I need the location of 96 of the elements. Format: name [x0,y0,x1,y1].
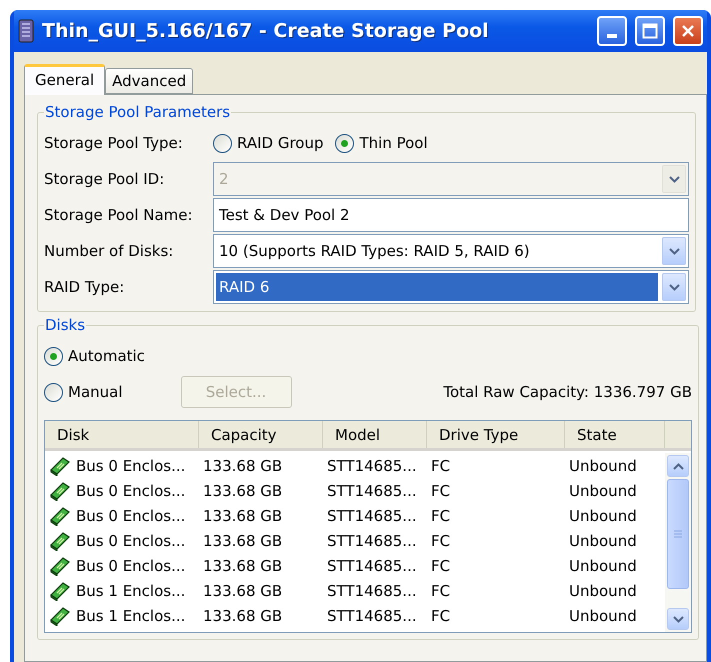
tab[interactable]: Advanced [105,68,194,94]
table-cell: FC [431,456,450,474]
table-cell: Bus 0 Enclos... [76,532,186,550]
chevron-down-icon [668,248,680,254]
total-capacity: Total Raw Capacity: 1336.797 GB [443,383,692,401]
table-cell: Unbound [569,506,637,524]
field-label: Storage Pool ID: [44,170,166,188]
scroll-down-button[interactable] [667,608,689,630]
table-cell: Unbound [569,556,637,574]
column-header[interactable]: Model [323,421,427,448]
field-label: RAID Type: [44,278,126,296]
radio-label: RAID Group [237,134,324,152]
table-cell: FC [431,556,450,574]
table-cell: 133.68 GB [203,582,282,600]
radio-label: Thin Pool [359,134,428,152]
table-cell: 133.68 GB [203,482,282,500]
minimize-button[interactable] [597,16,627,46]
radio-option[interactable]: Manual [44,382,123,402]
field-value: RAID 6 [216,273,658,301]
column-header[interactable]: Drive Type [427,421,565,448]
table-cell: STT14685... [327,456,417,474]
dropdown-field[interactable]: 10 (Supports RAID Types: RAID 5, RAID 6) [213,234,689,268]
table-cell: STT14685... [327,582,417,600]
disk-drive-icon [49,506,71,526]
radio-button[interactable] [213,134,232,152]
disk-drive-icon [49,456,71,476]
table-cell: Bus 0 Enclos... [76,482,186,500]
table-cell: FC [431,532,450,550]
table-cell: Bus 1 Enclos... [76,582,186,600]
maximize-icon [642,23,658,39]
dropdown-field[interactable]: RAID 6 [213,270,689,304]
radio-button[interactable] [44,346,63,366]
table-cell: Bus 1 Enclos... [76,606,186,624]
radio-option[interactable]: RAID Group [213,134,324,152]
scroll-thumb[interactable] [667,479,689,589]
table-cell: STT14685... [327,606,417,624]
server-icon [18,19,34,43]
close-icon [680,23,696,39]
field-value: 2 [218,169,230,190]
table-cell: STT14685... [327,532,417,550]
field-value: Test & Dev Pool 2 [218,205,351,226]
radio-button[interactable] [335,134,354,152]
table-cell: 133.68 GB [203,532,282,550]
table-cell: STT14685... [327,556,417,574]
maximize-button[interactable] [635,16,665,46]
table-cell: Unbound [569,606,637,624]
table-cell: Unbound [569,482,637,500]
radio-label: Manual [68,383,123,401]
disk-drive-icon [49,530,71,550]
disk-drive-icon [49,556,71,576]
close-button[interactable] [673,16,703,46]
table-cell: FC [431,506,450,524]
chevron-down-icon [668,176,680,182]
radio-option[interactable]: Automatic [44,346,145,366]
table-cell: Bus 0 Enclos... [76,456,186,474]
tab[interactable]: General [24,64,106,95]
disk-drive-icon [49,480,71,500]
table-cell: FC [431,582,450,600]
disk-drive-icon [49,606,71,626]
table-cell: Bus 0 Enclos... [76,556,186,574]
table-cell: FC [431,606,450,624]
table-cell: Unbound [569,532,637,550]
radio-option[interactable]: Thin Pool [335,134,428,152]
dropdown-button[interactable] [662,237,686,265]
table-cell: 133.68 GB [203,456,282,474]
input-field[interactable]: Test & Dev Pool 2 [213,198,689,232]
group-title: Storage Pool Parameters [44,103,232,121]
table-cell: 133.68 GB [203,506,282,524]
group-title: Disks [44,316,86,334]
column-header[interactable]: Disk [45,421,199,448]
scroll-up-button[interactable] [667,455,689,477]
table-cell: FC [431,482,450,500]
table-cell: Bus 0 Enclos... [76,506,186,524]
dropdown-button[interactable] [662,273,686,301]
table-cell: Unbound [569,582,637,600]
field-value: 10 (Supports RAID Types: RAID 5, RAID 6) [218,241,531,262]
table-cell: STT14685... [327,506,417,524]
chevron-up-icon [672,462,684,470]
grip-icon [673,530,683,538]
column-header[interactable]: State [565,421,665,448]
radio-label: Automatic [68,347,145,365]
table-cell: 133.68 GB [203,556,282,574]
chevron-down-icon [668,284,680,290]
table-cell: STT14685... [327,482,417,500]
table-cell: Unbound [569,456,637,474]
chevron-down-icon [672,616,684,622]
field-label: Number of Disks: [44,242,174,260]
field-label: Storage Pool Type: [44,134,184,152]
disk-drive-icon [49,580,71,600]
radio-button[interactable] [44,382,63,402]
scrollbar[interactable] [665,453,691,632]
field-label: Storage Pool Name: [44,206,194,224]
minimize-icon [607,34,617,38]
window-title: Thin_GUI_5.166/167 - Create Storage Pool [42,20,490,42]
column-header[interactable]: Capacity [199,421,323,448]
table-cell: 133.68 GB [203,606,282,624]
